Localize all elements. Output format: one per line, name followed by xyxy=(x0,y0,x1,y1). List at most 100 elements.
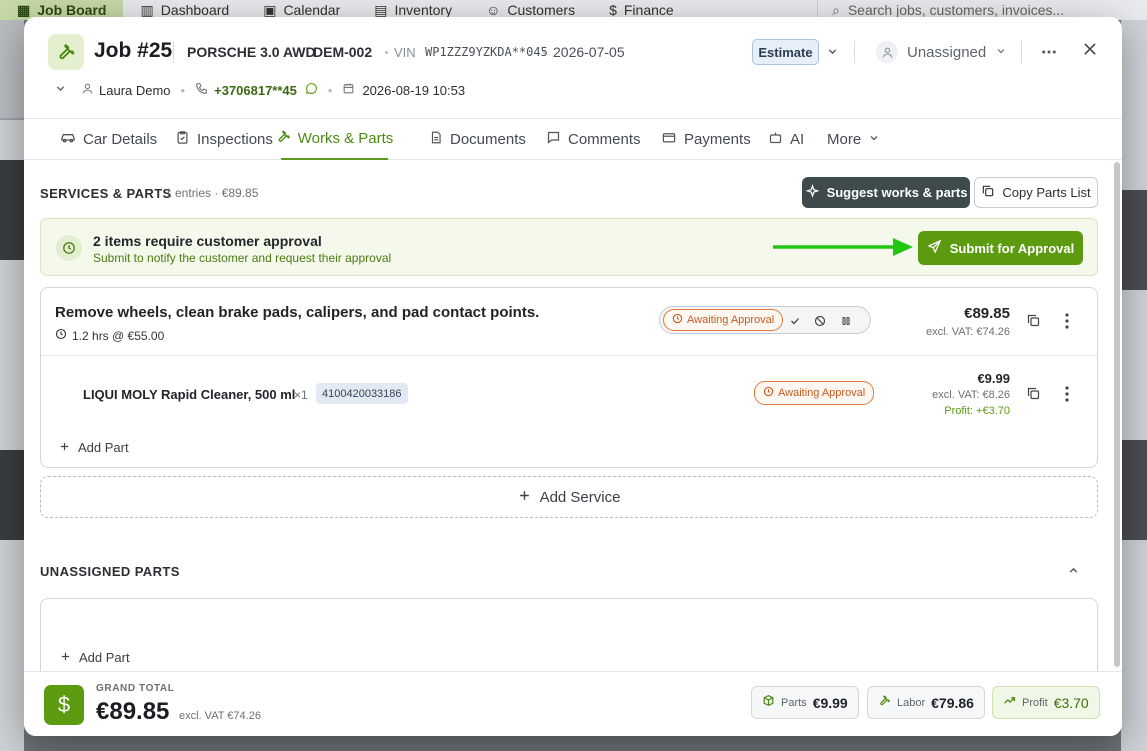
copy-icon[interactable] xyxy=(1026,313,1041,333)
grand-total-value: €89.85 xyxy=(96,698,170,725)
trend-up-icon xyxy=(1003,694,1016,712)
add-part-button[interactable]: Add Part xyxy=(59,440,129,455)
grand-total-label: GRAND TOTAL xyxy=(96,683,175,694)
comment-icon xyxy=(546,130,561,149)
chevron-up-icon[interactable] xyxy=(1067,564,1080,582)
divider xyxy=(1021,41,1022,63)
more-actions-icon[interactable] xyxy=(1040,43,1058,66)
plus-icon xyxy=(518,489,531,506)
tab-more[interactable]: More xyxy=(827,119,880,160)
totals-footer: $ GRAND TOTAL €89.85 excl. VAT €74.26 Pa… xyxy=(24,671,1122,736)
part-name[interactable]: LIQUI MOLY Rapid Cleaner, 500 ml xyxy=(83,387,295,402)
parts-total-chip: Parts €9.99 xyxy=(751,686,859,719)
suggest-works-button[interactable]: Suggest works & parts xyxy=(802,177,970,208)
bar-chart-icon: ▥ xyxy=(140,1,154,18)
pause-icon[interactable] xyxy=(840,314,852,332)
service-status-group: Awaiting Approval xyxy=(659,306,871,334)
vin-value: WP1ZZZ9YZKDA**045 xyxy=(425,45,548,59)
customer-name[interactable]: Laura Demo xyxy=(99,83,171,98)
copy-icon[interactable] xyxy=(1026,386,1041,406)
clipboard-icon xyxy=(175,130,190,149)
divider xyxy=(854,41,855,63)
plus-icon xyxy=(59,440,70,455)
approval-banner: 2 items require customer approval Submit… xyxy=(40,218,1098,276)
chevron-down-icon xyxy=(868,131,880,148)
job-modal: Job #25 PORSCHE 3.0 AWD DEM-002 VIN WP1Z… xyxy=(24,17,1122,736)
add-service-button[interactable]: Add Service xyxy=(40,476,1098,518)
copy-parts-list-button[interactable]: Copy Parts List xyxy=(974,177,1098,208)
service-status-badge[interactable]: Awaiting Approval xyxy=(663,309,784,331)
card-icon xyxy=(661,130,677,149)
arrow-right-icon xyxy=(773,238,913,256)
tab-car-details[interactable]: Car Details xyxy=(60,119,157,160)
clock-icon xyxy=(55,328,67,343)
grand-total-excl-vat: excl. VAT €74.26 xyxy=(179,710,261,722)
service-price: €89.85 xyxy=(964,305,1010,322)
clock-icon xyxy=(672,313,683,327)
tab-payments[interactable]: Payments xyxy=(661,119,751,160)
plus-icon xyxy=(60,650,71,665)
add-part-button[interactable]: Add Part xyxy=(60,650,130,665)
service-name[interactable]: Remove wheels, clean brake pads, caliper… xyxy=(55,304,539,321)
clock-icon xyxy=(763,386,774,400)
assignee-selector[interactable]: Unassigned xyxy=(876,39,1007,65)
job-header: Job #25 PORSCHE 3.0 AWD DEM-002 VIN WP1Z… xyxy=(24,17,1122,119)
phone-icon xyxy=(195,82,208,98)
bg-photo xyxy=(0,160,24,260)
assignee-label: Unassigned xyxy=(907,43,987,61)
job-date: 2026-07-05 xyxy=(553,44,625,60)
bg-photo xyxy=(1121,190,1147,290)
works-parts-panel: SERVICES & PARTS 1 entries · €89.85 Sugg… xyxy=(24,160,1122,671)
submit-for-approval-button[interactable]: Submit for Approval xyxy=(918,231,1083,265)
status-estimate-button[interactable]: Estimate xyxy=(752,39,819,65)
close-icon[interactable] xyxy=(1082,41,1098,62)
job-subheader: Laura Demo • +3706817**45 • 2026-08-19 1… xyxy=(54,82,465,98)
unassigned-section-title: UNASSIGNED PARTS xyxy=(40,564,180,579)
service-card: Remove wheels, clean brake pads, caliper… xyxy=(40,287,1098,468)
tab-comments[interactable]: Comments xyxy=(546,119,641,160)
services-section-title: SERVICES & PARTS xyxy=(40,186,172,201)
box-icon: ▤ xyxy=(374,1,388,18)
expand-chevron-icon[interactable] xyxy=(54,82,67,98)
users-icon: ☺ xyxy=(486,2,501,18)
background-right-column xyxy=(1121,20,1147,751)
background-left-column xyxy=(0,20,24,751)
tab-documents[interactable]: Documents xyxy=(429,119,526,160)
part-status-badge[interactable]: Awaiting Approval xyxy=(754,381,875,405)
person-icon xyxy=(81,82,94,98)
job-title: Job #25 xyxy=(94,39,173,62)
copy-icon xyxy=(981,184,995,201)
clock-icon xyxy=(56,235,82,261)
bg-photo xyxy=(0,450,24,540)
separator-dot xyxy=(543,51,546,54)
wrench-icon xyxy=(878,694,891,712)
part-excl-vat: excl. VAT: €8.26 xyxy=(932,389,1010,401)
decline-icon[interactable] xyxy=(814,314,826,332)
customer-phone[interactable]: +3706817**45 xyxy=(214,83,297,98)
part-quantity: ×1 xyxy=(294,388,308,402)
tab-bar: Car Details Inspections Works & Parts Do… xyxy=(24,118,1122,160)
wrench-icon xyxy=(48,34,84,70)
document-icon xyxy=(429,130,443,149)
tab-ai[interactable]: AI xyxy=(768,119,804,160)
part-code-badge: 4100420033186 xyxy=(316,383,408,404)
robot-icon xyxy=(768,130,783,149)
service-time: 1.2 hrs @ €55.00 xyxy=(55,328,164,343)
car-plate: DEM-002 xyxy=(313,44,373,60)
approve-check-icon[interactable] xyxy=(789,314,801,332)
kebab-menu-icon[interactable] xyxy=(1065,386,1069,407)
message-icon[interactable] xyxy=(305,82,318,98)
send-icon xyxy=(927,239,942,257)
scrollbar[interactable] xyxy=(1114,162,1120,667)
part-profit: Profit: +€3.70 xyxy=(944,405,1010,417)
chevron-down-icon xyxy=(995,44,1007,61)
approval-subtitle: Submit to notify the customer and reques… xyxy=(93,251,392,265)
kebab-menu-icon[interactable] xyxy=(1065,313,1069,334)
board-icon: ▦ xyxy=(17,1,31,18)
tab-inspections[interactable]: Inspections xyxy=(175,119,273,160)
services-section-meta: 1 entries · €89.85 xyxy=(165,186,259,200)
tab-works-parts[interactable]: Works & Parts xyxy=(278,119,393,160)
chevron-down-icon[interactable] xyxy=(826,45,839,63)
sparkle-icon xyxy=(805,183,820,202)
profit-total-chip: Profit €3.70 xyxy=(992,686,1100,719)
